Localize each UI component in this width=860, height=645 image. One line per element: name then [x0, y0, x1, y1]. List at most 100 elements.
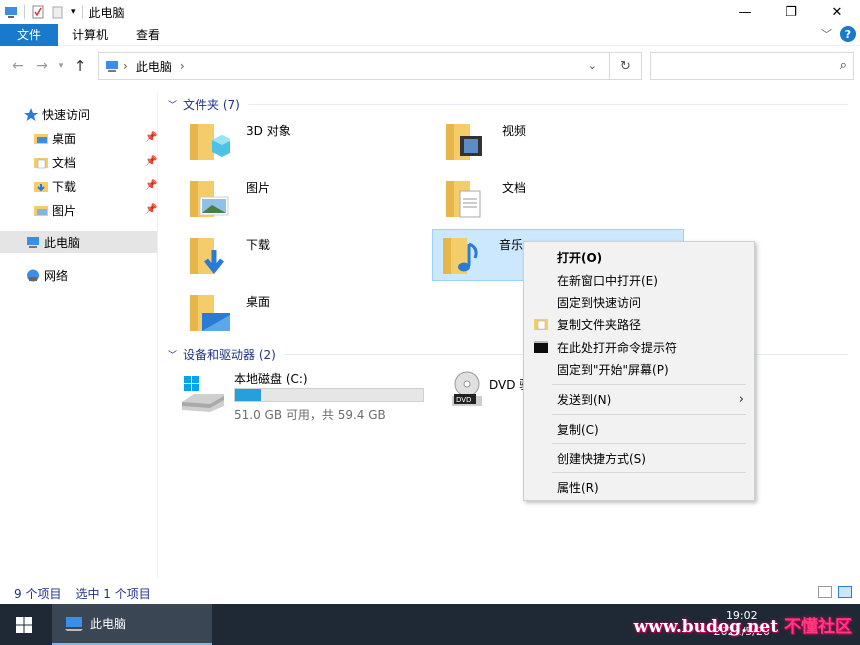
- tab-view[interactable]: 查看: [122, 24, 174, 46]
- pictures-folder-icon: [190, 181, 229, 217]
- documents-folder-icon: [34, 157, 48, 168]
- hard-drive-icon: [182, 376, 224, 412]
- back-icon[interactable]: ←: [6, 58, 30, 74]
- folder-videos[interactable]: 视频: [436, 116, 688, 168]
- menu-item-cmd-here[interactable]: 在此处打开命令提示符: [524, 336, 754, 358]
- pin-icon: 📌: [145, 132, 158, 143]
- tab-computer[interactable]: 计算机: [58, 24, 122, 46]
- menu-item-copy-path[interactable]: 复制文件夹路径: [524, 313, 754, 335]
- start-button[interactable]: [0, 604, 48, 645]
- folder-label: 音乐: [499, 238, 524, 252]
- item-count: 9 个项目: [14, 586, 62, 601]
- sidebar-item-this-pc[interactable]: 此电脑: [0, 231, 157, 253]
- network-icon: [27, 269, 39, 281]
- chevron-down-icon: ﹀: [168, 101, 178, 111]
- expand-ribbon-icon[interactable]: ﹀: [821, 26, 832, 42]
- up-icon[interactable]: ↑: [68, 57, 92, 75]
- sidebar-item-label: 网络: [44, 268, 69, 283]
- menu-item-copy[interactable]: 复制(C): [524, 418, 754, 440]
- chevron-down-icon: ﹀: [168, 351, 178, 361]
- folder-desktop[interactable]: 桌面: [180, 287, 432, 339]
- customize-toolbar-icon[interactable]: ▾: [71, 7, 76, 17]
- group-title: 文件夹 (7): [183, 98, 240, 112]
- drive-label: 本地磁盘 (C:): [234, 372, 308, 386]
- menu-item-open-new-window[interactable]: 在新窗口中打开(E): [524, 269, 754, 291]
- group-title: 设备和驱动器 (2): [183, 348, 276, 362]
- new-folder-icon[interactable]: [51, 5, 65, 19]
- taskbar-app-label: 此电脑: [90, 617, 127, 631]
- pin-icon: 📌: [145, 204, 158, 215]
- content-area: ﹀ 文件夹 (7) 3D 对象 视频 图片 文档 下载 音乐 桌面 ﹀ 设备和驱…: [160, 92, 860, 578]
- drive-usage-bar: [234, 388, 424, 402]
- taskbar-app-this-pc[interactable]: 此电脑: [52, 604, 212, 645]
- menu-item-open[interactable]: 打开(O): [524, 246, 754, 268]
- properties-icon[interactable]: [31, 5, 45, 19]
- sidebar-item-label: 快速访问: [42, 107, 91, 122]
- menu-separator: [552, 472, 746, 473]
- dvd-drive-icon: DVD: [452, 371, 482, 406]
- watermark-site: 不懂社区: [784, 617, 852, 637]
- selected-count: 选中 1 个项目: [75, 586, 151, 601]
- taskbar: 此电脑 19:02 2021/5/20 www.budog.net 不懂社区: [0, 604, 860, 645]
- drive-c[interactable]: 本地磁盘 (C:) 51.0 GB 可用，共 59.4 GB: [168, 368, 424, 422]
- address-bar[interactable]: › 此电脑 › ⌄ ↻: [98, 52, 642, 80]
- folder-label: 3D 对象: [246, 124, 291, 138]
- sidebar-item-label: 桌面: [52, 131, 77, 146]
- windows-logo-icon: [16, 616, 32, 633]
- address-dropdown-icon[interactable]: ⌄: [588, 59, 597, 72]
- sidebar-item-documents[interactable]: 文档: [34, 151, 76, 173]
- music-folder-icon: [443, 238, 478, 274]
- star-icon: [24, 107, 38, 121]
- navigation-pane: 快速访问 桌面 📌 文档 📌 下载 📌 图片 📌 此电脑 网络: [0, 92, 158, 578]
- menu-item-label: 发送到(N): [557, 392, 612, 407]
- quick-access-toolbar: ▾: [0, 5, 83, 19]
- sidebar-item-downloads[interactable]: 下载: [34, 175, 76, 197]
- ribbon-tabs: 文件 计算机 查看 ﹀ ?: [0, 23, 860, 46]
- pin-icon: 📌: [145, 156, 158, 167]
- window-controls: — ❐ ✕: [722, 0, 860, 24]
- folder-downloads[interactable]: 下载: [180, 230, 432, 282]
- sidebar-item-quick-access[interactable]: 快速访问: [24, 103, 90, 125]
- command-prompt-icon: [534, 341, 548, 353]
- details-view-icon[interactable]: [818, 586, 832, 598]
- computer-icon: [65, 616, 83, 631]
- folder-documents[interactable]: 文档: [436, 173, 688, 225]
- refresh-icon[interactable]: ↻: [609, 53, 641, 79]
- folder-3d-objects[interactable]: 3D 对象: [180, 116, 432, 168]
- menu-item-pin-start[interactable]: 固定到"开始"屏幕(P): [524, 358, 754, 380]
- navigation-row: ← → ▾ ↑ › 此电脑 › ⌄ ↻ ⌕: [0, 48, 860, 84]
- folders-group-header[interactable]: ﹀ 文件夹 (7): [168, 96, 848, 113]
- computer-icon[interactable]: [4, 5, 18, 19]
- divider: [247, 104, 848, 105]
- chevron-right-icon: ›: [738, 391, 744, 407]
- watermark: www.budog.net 不懂社区: [634, 612, 852, 637]
- tab-file[interactable]: 文件: [0, 23, 58, 46]
- videos-folder-icon: [446, 124, 482, 160]
- sidebar-item-network[interactable]: 网络: [26, 264, 68, 286]
- desktop-folder-icon: [34, 133, 48, 144]
- sidebar-item-pictures[interactable]: 图片: [34, 199, 76, 221]
- menu-item-create-shortcut[interactable]: 创建快捷方式(S): [524, 447, 754, 469]
- breadcrumb[interactable]: 此电脑: [136, 58, 172, 75]
- pin-icon: 📌: [145, 180, 158, 191]
- breadcrumb-separator: ›: [179, 59, 185, 73]
- forward-icon[interactable]: →: [30, 58, 54, 74]
- recent-locations-icon[interactable]: ▾: [54, 61, 68, 71]
- sidebar-item-desktop[interactable]: 桌面: [34, 127, 76, 149]
- maximize-icon[interactable]: ❐: [768, 0, 814, 24]
- drive-space-text: 51.0 GB 可用，共 59.4 GB: [234, 408, 386, 422]
- divider: [81, 5, 83, 19]
- menu-item-pin-quick-access[interactable]: 固定到快速访问: [524, 291, 754, 313]
- search-input[interactable]: ⌕: [650, 52, 854, 80]
- context-menu: 打开(O) 在新窗口中打开(E) 固定到快速访问 复制文件夹路径 在此处打开命令…: [523, 241, 755, 501]
- menu-item-send-to[interactable]: 发送到(N) ›: [524, 388, 754, 410]
- folder-label: 文档: [502, 181, 527, 195]
- close-icon[interactable]: ✕: [814, 0, 860, 24]
- folder-pictures[interactable]: 图片: [180, 173, 432, 225]
- downloads-folder-icon: [34, 181, 48, 192]
- minimize-icon[interactable]: —: [722, 0, 768, 24]
- help-icon[interactable]: ?: [840, 26, 856, 42]
- computer-icon: [106, 60, 118, 72]
- menu-item-properties[interactable]: 属性(R): [524, 476, 754, 498]
- large-icons-view-icon[interactable]: [838, 586, 852, 598]
